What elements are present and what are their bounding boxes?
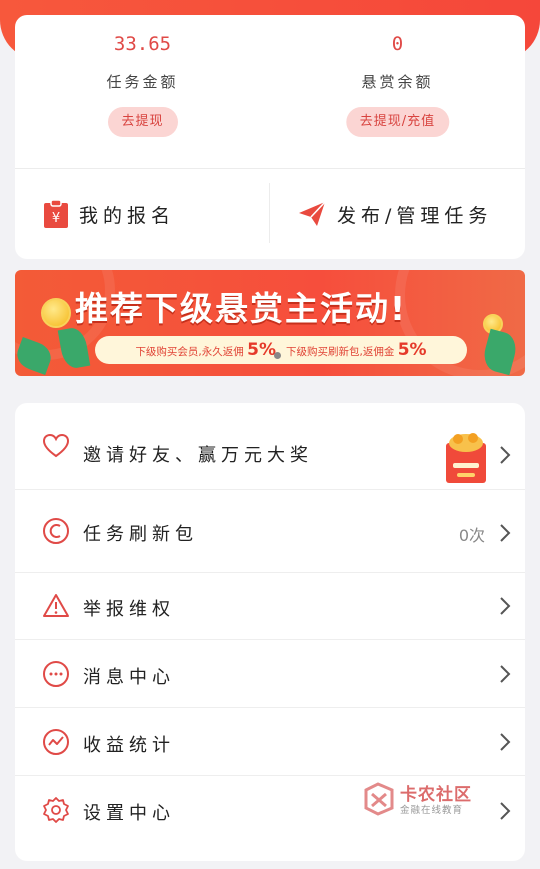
- watermark-logo-icon: [364, 782, 394, 816]
- refresh-coin-icon: [43, 518, 69, 544]
- banner-strip-text: 下级购买会员,永久返佣: [135, 346, 244, 358]
- banner-strip-percent: 5%: [397, 340, 427, 360]
- banner-title: 推荐下级悬赏主活动!: [75, 289, 408, 328]
- refresh-count: 0次: [458, 526, 485, 545]
- banner-strip-item: 下级购买刷新包,返佣金 5%: [286, 340, 427, 360]
- publish-manage-label: 发布/管理任务: [337, 204, 493, 227]
- banner-strip-item: 下级购买会员,永久返佣 5%: [135, 340, 276, 360]
- my-signups-button[interactable]: ¥ 我的报名: [43, 196, 175, 232]
- menu-item-label: 收益统计: [83, 735, 175, 756]
- reward-balance-section: 0 悬赏余额 去提现/充值: [270, 15, 525, 168]
- chevron-right-icon: [500, 597, 511, 615]
- withdraw-button[interactable]: 去提现: [107, 107, 178, 137]
- promo-banner[interactable]: 推荐下级悬赏主活动! 下级购买会员,永久返佣 5% 下级购买刷新包,返佣金 5%: [15, 270, 525, 376]
- menu-item-label: 任务刷新包: [83, 524, 198, 545]
- task-amount-label: 任务金额: [106, 73, 179, 91]
- watermark: 卡农社区 金融在线教育: [362, 780, 482, 820]
- chart-icon: [43, 729, 69, 755]
- menu-item-label: 举报维权: [83, 599, 175, 620]
- menu-item-report[interactable]: 举报维权: [15, 573, 525, 639]
- warning-icon: [43, 594, 69, 617]
- reward-balance-value: 0: [391, 33, 404, 55]
- reward-balance-label: 悬赏余额: [361, 73, 434, 91]
- chevron-right-icon: [500, 802, 511, 820]
- menu-item-refresh-pack[interactable]: 任务刷新包 0次: [15, 490, 525, 572]
- menu-item-label: 设置中心: [83, 803, 175, 824]
- paper-plane-icon: [299, 201, 326, 226]
- banner-strip-percent: 5%: [247, 340, 276, 360]
- chevron-right-icon: [500, 665, 511, 683]
- menu-item-messages[interactable]: 消息中心: [15, 640, 525, 707]
- divider: [15, 168, 525, 169]
- menu-item-earnings[interactable]: 收益统计: [15, 708, 525, 775]
- red-packet-icon: [446, 433, 486, 483]
- task-amount-section: 33.65 任务金额 去提现: [15, 15, 270, 168]
- menu-item-invite[interactable]: 邀请好友、赢万元大奖: [15, 403, 525, 489]
- carousel-indicator[interactable]: [274, 352, 281, 359]
- coin-icon: [41, 298, 71, 328]
- message-icon: [43, 661, 69, 687]
- banner-strip-text: 下级购买刷新包,返佣金: [286, 346, 395, 358]
- publish-manage-button[interactable]: 发布/管理任务: [297, 196, 492, 232]
- balance-card: 33.65 任务金额 去提现 0 悬赏余额 去提现/充值 ¥ 我的报名 发布/管…: [15, 15, 525, 259]
- divider: [269, 183, 270, 243]
- heart-icon: [42, 433, 70, 458]
- menu-item-label: 邀请好友、赢万元大奖: [83, 445, 313, 466]
- task-amount-value: 33.65: [113, 33, 172, 55]
- banner-strip: 下级购买会员,永久返佣 5% 下级购买刷新包,返佣金 5%: [95, 336, 467, 364]
- watermark-subtitle: 金融在线教育: [400, 805, 464, 816]
- chevron-right-icon: [500, 446, 511, 464]
- withdraw-recharge-button[interactable]: 去提现/充值: [345, 107, 450, 137]
- my-signups-label: 我的报名: [79, 204, 176, 227]
- svg-text:¥: ¥: [52, 211, 60, 226]
- chevron-right-icon: [500, 733, 511, 751]
- menu-item-label: 消息中心: [83, 667, 175, 688]
- balance-row: 33.65 任务金额 去提现 0 悬赏余额 去提现/充值: [15, 15, 525, 168]
- clipboard-yen-icon: ¥: [44, 199, 68, 228]
- gear-icon: [43, 797, 69, 823]
- chevron-right-icon: [500, 524, 511, 542]
